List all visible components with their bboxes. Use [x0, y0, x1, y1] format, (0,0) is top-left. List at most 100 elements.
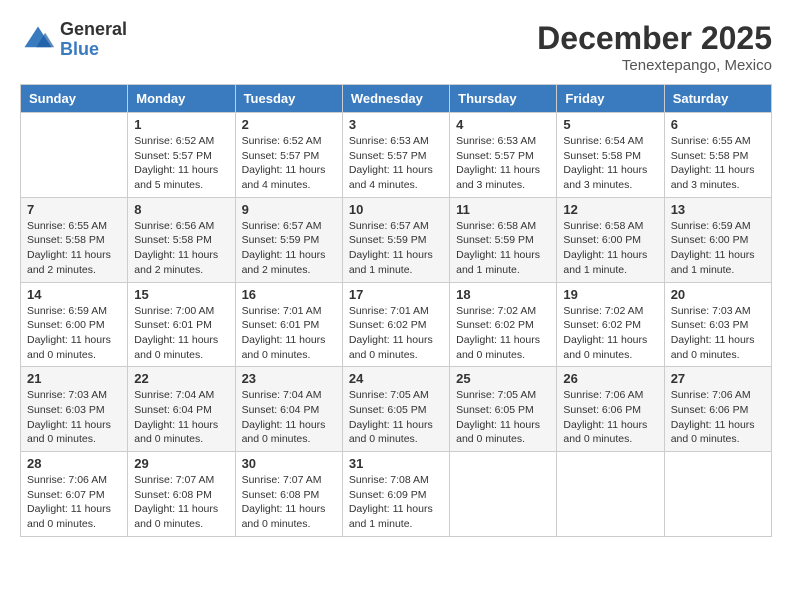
day-number: 4: [456, 117, 550, 132]
day-number: 10: [349, 202, 443, 217]
day-number: 3: [349, 117, 443, 132]
calendar-cell: 20Sunrise: 7:03 AMSunset: 6:03 PMDayligh…: [664, 282, 771, 367]
calendar-cell: 24 Sunrise: 7:05 AMSunset: 6:05 PMDayligh…: [342, 367, 449, 452]
calendar-header-sunday: Sunday: [21, 85, 128, 113]
day-number: 19: [563, 287, 657, 302]
day-number: 21: [27, 371, 121, 386]
calendar-week-1: 1 Sunrise: 6:52 AMSunset: 5:57 PMDaylight…: [21, 113, 772, 198]
calendar-cell: 1Sunrise: 6:52 AMSunset: 5:57 PMDaylight…: [128, 113, 235, 198]
title-block: December 2025 Tenextepango, Mexico: [537, 20, 772, 74]
day-number: 26: [563, 371, 657, 386]
day-number: 23: [242, 371, 336, 386]
day-info: Sunrise: 7:03 AMSunset: 6:03 PMDaylight:…: [27, 388, 121, 447]
calendar-cell: 15 Sunrise: 7:00 AMSunset: 6:01 PMDayligh…: [128, 282, 235, 367]
day-number: 8: [134, 202, 228, 217]
calendar-cell: [557, 452, 664, 537]
day-number: 6: [671, 117, 765, 132]
logo-general: General: [60, 20, 127, 40]
month-title: December 2025: [537, 20, 772, 57]
calendar-cell: 9Sunrise: 6:57 AMSunset: 5:59 PMDaylight…: [235, 197, 342, 282]
day-info: Sunrise: 7:02 AMSunset: 6:02 PMDaylight:…: [563, 304, 657, 363]
calendar-week-2: 7Sunrise: 6:55 AMSunset: 5:58 PMDaylight…: [21, 197, 772, 282]
calendar-cell: 31 Sunrise: 7:08 AMSunset: 6:09 PMDayligh…: [342, 452, 449, 537]
calendar-week-5: 28 Sunrise: 7:06 AMSunset: 6:07 PMDayligh…: [21, 452, 772, 537]
calendar-week-3: 14 Sunrise: 6:59 AMSunset: 6:00 PMDayligh…: [21, 282, 772, 367]
day-info: Sunrise: 6:55 AMSunset: 5:58 PMDaylight:…: [27, 219, 121, 278]
calendar-cell: 11 Sunrise: 6:58 AMSunset: 5:59 PMDayligh…: [450, 197, 557, 282]
calendar-header-wednesday: Wednesday: [342, 85, 449, 113]
day-info: Sunrise: 6:56 AMSunset: 5:58 PMDaylight:…: [134, 219, 228, 278]
day-info: Sunrise: 6:58 AMSunset: 5:59 PMDaylight:…: [456, 219, 550, 278]
calendar-table: SundayMondayTuesdayWednesdayThursdayFrid…: [20, 84, 772, 537]
logo: General Blue: [20, 20, 127, 60]
calendar-cell: 3 Sunrise: 6:53 AMSunset: 5:57 PMDaylight…: [342, 113, 449, 198]
day-number: 2: [242, 117, 336, 132]
calendar-cell: 23 Sunrise: 7:04 AMSunset: 6:04 PMDayligh…: [235, 367, 342, 452]
calendar-cell: 8 Sunrise: 6:56 AMSunset: 5:58 PMDaylight…: [128, 197, 235, 282]
day-number: 16: [242, 287, 336, 302]
day-info: Sunrise: 6:58 AMSunset: 6:00 PMDaylight:…: [563, 219, 657, 278]
day-number: 18: [456, 287, 550, 302]
day-info: Sunrise: 7:01 AMSunset: 6:02 PMDaylight:…: [349, 304, 443, 363]
day-number: 29: [134, 456, 228, 471]
day-info: Sunrise: 6:59 AMSunset: 6:00 PMDaylight:…: [671, 219, 765, 278]
calendar-cell: 6 Sunrise: 6:55 AMSunset: 5:58 PMDaylight…: [664, 113, 771, 198]
day-number: 11: [456, 202, 550, 217]
calendar-header-saturday: Saturday: [664, 85, 771, 113]
day-number: 13: [671, 202, 765, 217]
calendar-cell: 30 Sunrise: 7:07 AMSunset: 6:08 PMDayligh…: [235, 452, 342, 537]
day-number: 25: [456, 371, 550, 386]
day-number: 24: [349, 371, 443, 386]
day-info: Sunrise: 7:05 AMSunset: 6:05 PMDaylight:…: [349, 388, 443, 447]
logo-icon: [20, 22, 56, 58]
day-info: Sunrise: 6:53 AMSunset: 5:57 PMDaylight:…: [349, 134, 443, 193]
calendar-cell: 14 Sunrise: 6:59 AMSunset: 6:00 PMDayligh…: [21, 282, 128, 367]
calendar-cell: 25Sunrise: 7:05 AMSunset: 6:05 PMDayligh…: [450, 367, 557, 452]
calendar-cell: 12Sunrise: 6:58 AMSunset: 6:00 PMDayligh…: [557, 197, 664, 282]
day-number: 14: [27, 287, 121, 302]
day-number: 1: [134, 117, 228, 132]
logo-text: General Blue: [60, 20, 127, 60]
calendar-cell: 4 Sunrise: 6:53 AMSunset: 5:57 PMDaylight…: [450, 113, 557, 198]
day-info: Sunrise: 6:59 AMSunset: 6:00 PMDaylight:…: [27, 304, 121, 363]
day-info: Sunrise: 7:06 AMSunset: 6:06 PMDaylight:…: [563, 388, 657, 447]
day-info: Sunrise: 6:54 AMSunset: 5:58 PMDaylight:…: [563, 134, 657, 193]
day-info: Sunrise: 7:02 AMSunset: 6:02 PMDaylight:…: [456, 304, 550, 363]
day-number: 5: [563, 117, 657, 132]
day-info: Sunrise: 6:53 AMSunset: 5:57 PMDaylight:…: [456, 134, 550, 193]
day-info: Sunrise: 7:08 AMSunset: 6:09 PMDaylight:…: [349, 473, 443, 532]
calendar-cell: 29 Sunrise: 7:07 AMSunset: 6:08 PMDayligh…: [128, 452, 235, 537]
calendar-cell: 19 Sunrise: 7:02 AMSunset: 6:02 PMDayligh…: [557, 282, 664, 367]
day-info: Sunrise: 7:04 AMSunset: 6:04 PMDaylight:…: [134, 388, 228, 447]
day-info: Sunrise: 7:01 AMSunset: 6:01 PMDaylight:…: [242, 304, 336, 363]
day-info: Sunrise: 7:07 AMSunset: 6:08 PMDaylight:…: [242, 473, 336, 532]
calendar-cell: 18 Sunrise: 7:02 AMSunset: 6:02 PMDayligh…: [450, 282, 557, 367]
page-header: General Blue December 2025 Tenextepango,…: [20, 20, 772, 74]
day-info: Sunrise: 7:04 AMSunset: 6:04 PMDaylight:…: [242, 388, 336, 447]
day-info: Sunrise: 6:55 AMSunset: 5:58 PMDaylight:…: [671, 134, 765, 193]
calendar-week-4: 21 Sunrise: 7:03 AMSunset: 6:03 PMDayligh…: [21, 367, 772, 452]
day-number: 28: [27, 456, 121, 471]
day-number: 17: [349, 287, 443, 302]
calendar-cell: 22 Sunrise: 7:04 AMSunset: 6:04 PMDayligh…: [128, 367, 235, 452]
day-info: Sunrise: 6:57 AMSunset: 5:59 PMDaylight:…: [242, 219, 336, 278]
calendar-cell: 17 Sunrise: 7:01 AMSunset: 6:02 PMDayligh…: [342, 282, 449, 367]
calendar-cell: 26 Sunrise: 7:06 AMSunset: 6:06 PMDayligh…: [557, 367, 664, 452]
calendar-cell: 13 Sunrise: 6:59 AMSunset: 6:00 PMDayligh…: [664, 197, 771, 282]
day-info: Sunrise: 7:07 AMSunset: 6:08 PMDaylight:…: [134, 473, 228, 532]
logo-blue: Blue: [60, 40, 127, 60]
day-info: Sunrise: 6:52 AMSunset: 5:57 PMDaylight:…: [242, 134, 336, 193]
calendar-cell: 2 Sunrise: 6:52 AMSunset: 5:57 PMDaylight…: [235, 113, 342, 198]
day-number: 22: [134, 371, 228, 386]
day-number: 30: [242, 456, 336, 471]
calendar-cell: 10Sunrise: 6:57 AMSunset: 5:59 PMDayligh…: [342, 197, 449, 282]
calendar-header-thursday: Thursday: [450, 85, 557, 113]
calendar-cell: [664, 452, 771, 537]
day-info: Sunrise: 7:06 AMSunset: 6:06 PMDaylight:…: [671, 388, 765, 447]
calendar-header-tuesday: Tuesday: [235, 85, 342, 113]
calendar-cell: 27Sunrise: 7:06 AMSunset: 6:06 PMDayligh…: [664, 367, 771, 452]
day-number: 15: [134, 287, 228, 302]
day-info: Sunrise: 7:00 AMSunset: 6:01 PMDaylight:…: [134, 304, 228, 363]
day-number: 31: [349, 456, 443, 471]
day-info: Sunrise: 7:06 AMSunset: 6:07 PMDaylight:…: [27, 473, 121, 532]
